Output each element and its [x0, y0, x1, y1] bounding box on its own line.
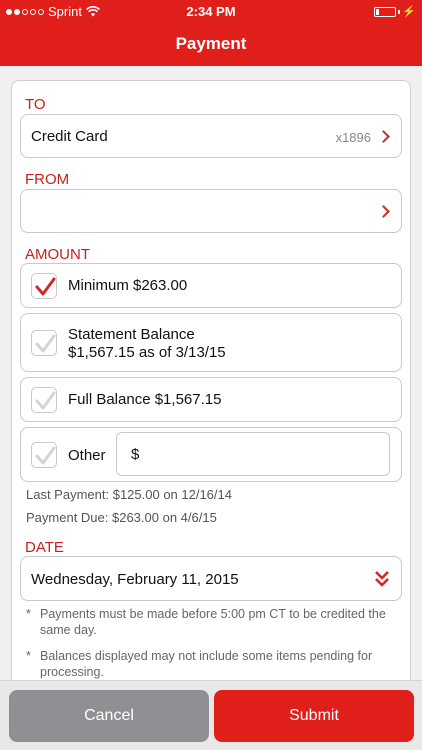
option-label: Minimum $263.00 — [68, 277, 188, 294]
charging-icon: ⚡ — [402, 6, 416, 18]
checkmark-icon — [35, 334, 56, 353]
battery-indicator: ⚡ — [374, 5, 416, 18]
from-account-selector[interactable] — [20, 189, 402, 233]
to-account-suffix: x1896 — [335, 130, 371, 145]
to-account-name: Credit Card — [31, 128, 108, 145]
checkbox-full-balance[interactable] — [31, 387, 57, 413]
checkbox-other[interactable] — [31, 442, 57, 468]
chevron-right-icon — [377, 205, 390, 218]
amount-option-full-balance[interactable]: Full Balance $1,567.15 — [20, 377, 402, 422]
note-bullet: * — [26, 649, 31, 663]
option-label: Full Balance $1,567.15 — [68, 391, 222, 408]
chevron-right-icon — [377, 130, 390, 143]
note-bullet: * — [26, 607, 31, 621]
cancel-button[interactable]: Cancel — [9, 690, 209, 742]
to-account-selector[interactable]: Credit Card x1896 — [20, 114, 402, 158]
page-title: Payment — [175, 34, 247, 53]
checkmark-icon — [35, 446, 56, 465]
payment-due-text: Payment Due: $263.00 on 4/6/15 — [26, 510, 217, 525]
date-selector[interactable]: Wednesday, February 11, 2015 — [20, 556, 402, 601]
battery-icon — [374, 6, 397, 17]
note-text: Balances displayed may not include some … — [40, 649, 373, 679]
double-chevron-down-icon — [375, 571, 389, 587]
option-label: Statement Balance — [68, 326, 195, 343]
checkmark-icon — [35, 277, 56, 296]
note-text: Payments must be made before 5:00 pm CT … — [40, 607, 386, 637]
submit-button[interactable]: Submit — [214, 690, 414, 742]
amount-option-other[interactable]: Other — [20, 427, 402, 482]
status-time: 2:34 PM — [186, 4, 236, 19]
date-value: Wednesday, February 11, 2015 — [31, 571, 239, 588]
note-item: * Balances displayed may not include som… — [26, 648, 396, 680]
amount-option-statement-balance[interactable]: Statement Balance $1,567.15 as of 3/13/1… — [20, 313, 402, 372]
amount-option-minimum[interactable]: Minimum $263.00 — [20, 263, 402, 308]
action-bar: Cancel Submit — [0, 680, 422, 750]
to-label: TO — [25, 96, 46, 113]
other-amount-input[interactable] — [116, 432, 390, 476]
from-label: FROM — [25, 171, 70, 188]
status-bar: Sprint 2:34 PM ⚡ — [0, 0, 422, 22]
date-label: DATE — [25, 539, 64, 556]
checkbox-minimum[interactable] — [31, 273, 57, 299]
note-item: * Payments must be made before 5:00 pm C… — [26, 606, 396, 638]
option-label: Other — [68, 447, 106, 464]
last-payment-text: Last Payment: $125.00 on 12/16/14 — [26, 487, 232, 502]
checkbox-statement-balance[interactable] — [31, 330, 57, 356]
checkmark-icon — [35, 391, 56, 410]
option-sublabel: $1,567.15 as of 3/13/15 — [68, 344, 226, 361]
header-bar: Sprint 2:34 PM ⚡ Payment — [0, 0, 422, 66]
amount-label: AMOUNT — [25, 246, 90, 263]
